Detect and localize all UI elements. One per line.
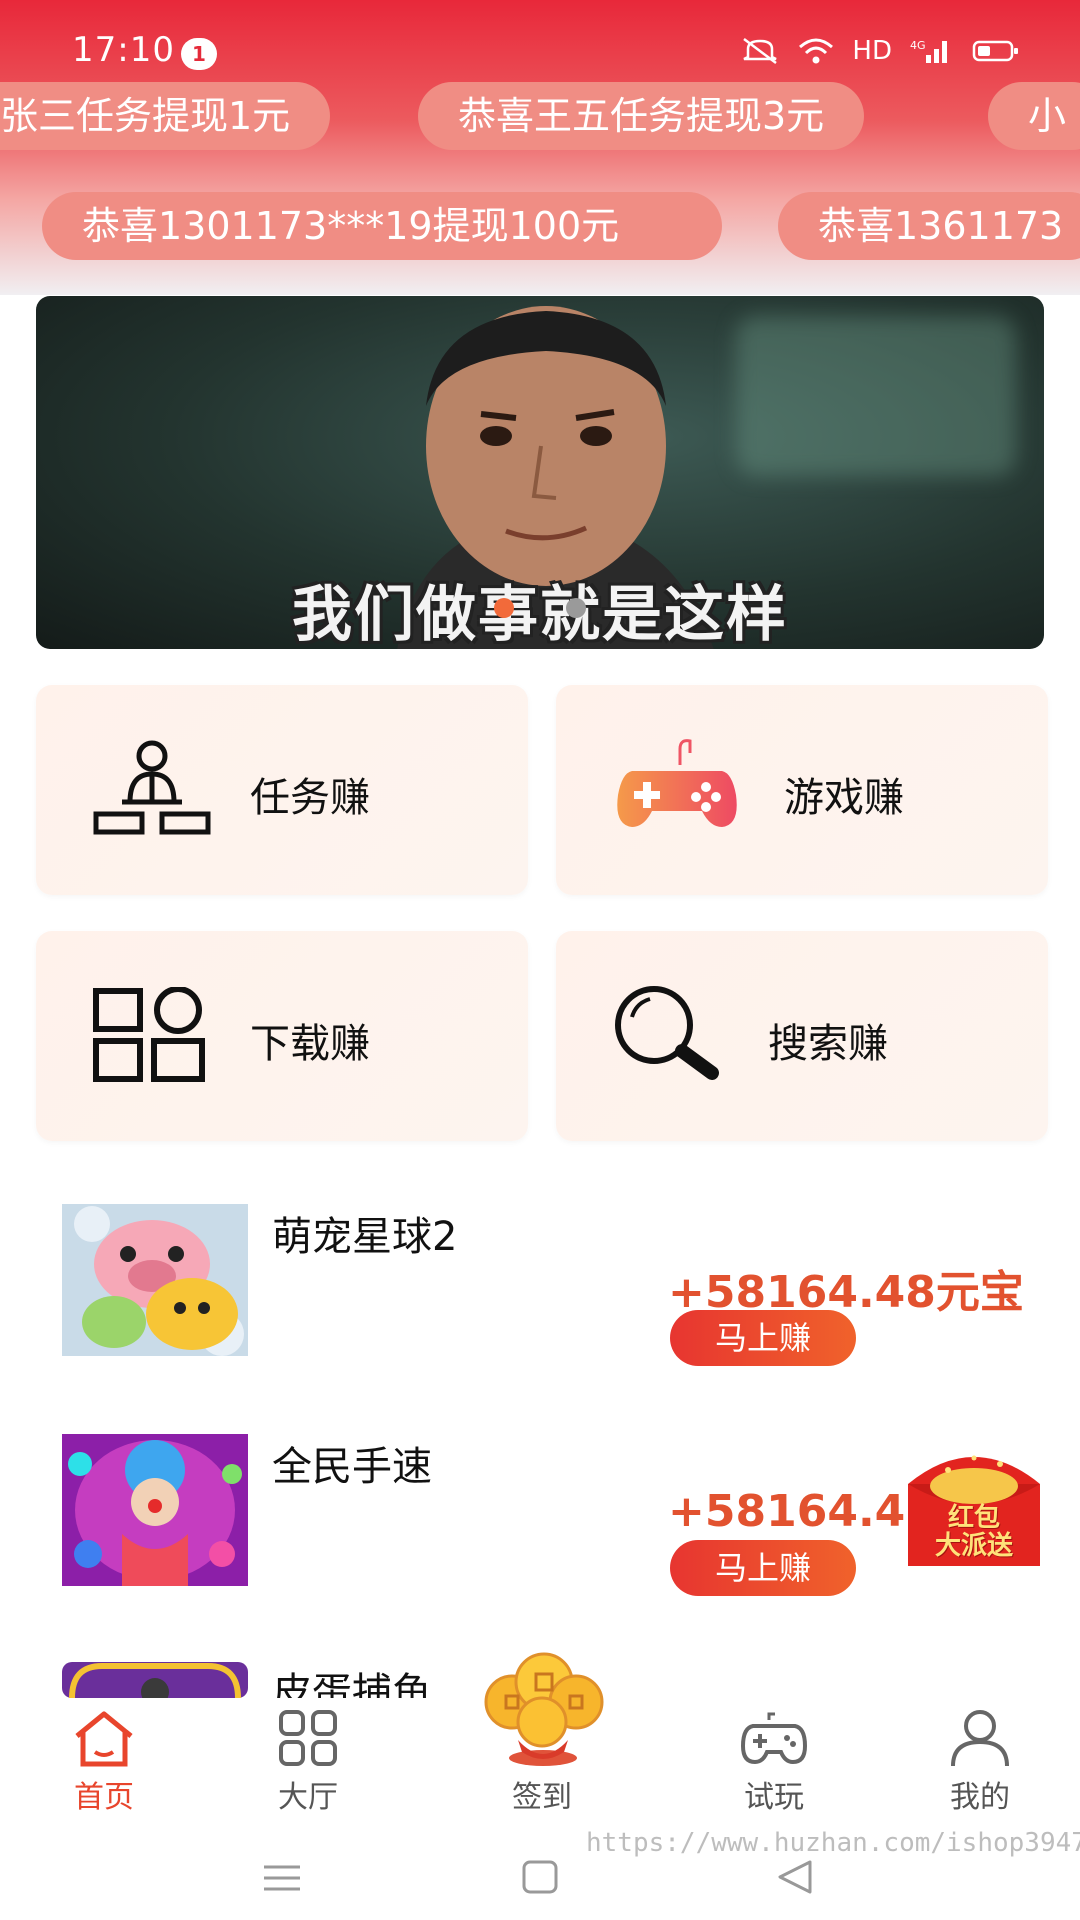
user-icon xyxy=(951,1710,1009,1767)
category-label: 下载赚 xyxy=(250,1021,370,1067)
fishing-game-image xyxy=(62,1662,248,1698)
banner-background xyxy=(736,316,1016,476)
marquee-item: 恭喜王五任务提现3元 xyxy=(418,82,865,150)
nav-home[interactable]: 首页 xyxy=(34,1698,174,1830)
marquee-item: 恭喜1301173***19提现100元 xyxy=(42,192,722,260)
red-packet-line1: 红包 xyxy=(947,1503,1000,1533)
signal-icon: 4G xyxy=(910,39,947,63)
task-title: 皮蛋捕鱼 xyxy=(272,1670,432,1698)
task-item[interactable]: 萌宠星球2 +58164.48元宝 马上赚 xyxy=(0,1204,1080,1404)
task-thumbnail xyxy=(62,1434,248,1586)
carousel-dot-active[interactable] xyxy=(494,598,514,618)
battery-icon xyxy=(972,40,1018,62)
carousel-indicator xyxy=(36,598,1044,618)
task-thumbnail xyxy=(62,1662,248,1698)
category-label: 任务赚 xyxy=(250,775,370,821)
red-packet-text: 红包 大派送 xyxy=(908,1504,1040,1560)
nav-hall[interactable]: 大厅 xyxy=(238,1698,378,1830)
red-packet-line2: 大派送 xyxy=(934,1531,1013,1561)
search-icon xyxy=(615,986,719,1080)
svg-text:4G: 4G xyxy=(910,39,926,52)
header: 17:10 1 HD 4G 张三任务提现1元 恭喜王五任务提现3元 小 恭喜13… xyxy=(0,0,1080,295)
home-square-icon[interactable] xyxy=(522,1860,558,1894)
coins-icon[interactable] xyxy=(478,1650,608,1768)
nav-label: 签到 xyxy=(512,1780,572,1815)
status-icons: HD 4G xyxy=(740,36,1020,66)
category-search-earn[interactable]: 搜索赚 xyxy=(556,931,1048,1141)
nav-label: 我的 xyxy=(950,1780,1010,1815)
network-label: HD xyxy=(852,36,892,66)
carousel-dot[interactable] xyxy=(566,598,586,618)
grid-icon xyxy=(279,1710,337,1766)
nav-mine[interactable]: 我的 xyxy=(910,1698,1050,1830)
clown-game-image xyxy=(62,1434,248,1586)
nav-label: 首页 xyxy=(74,1780,134,1815)
home-icon xyxy=(75,1711,133,1767)
notification-badge: 1 xyxy=(181,38,217,70)
task-title: 全民手速 xyxy=(272,1444,432,1490)
banner-carousel[interactable]: 我们做事就是这样 xyxy=(36,296,1044,649)
nav-trial[interactable]: 试玩 xyxy=(704,1698,844,1830)
nav-label: 大厅 xyxy=(278,1780,338,1815)
earn-now-button[interactable]: 马上赚 xyxy=(670,1310,856,1366)
task-person-icon xyxy=(93,740,211,835)
marquee-item: 恭喜1361173 xyxy=(778,192,1080,260)
withdraw-marquee-row-2: 恭喜1301173***19提现100元 恭喜1361173 xyxy=(0,192,1080,264)
status-time: 17:10 xyxy=(72,30,175,70)
wifi-icon xyxy=(799,38,834,64)
category-download-earn[interactable]: 下载赚 xyxy=(36,931,528,1141)
nav-label: 试玩 xyxy=(744,1780,804,1815)
category-task-earn[interactable]: 任务赚 xyxy=(36,685,528,895)
marquee-item: 小 xyxy=(988,82,1080,150)
grid-apps-icon xyxy=(93,987,205,1082)
withdraw-marquee-row-1: 张三任务提现1元 恭喜王五任务提现3元 小 xyxy=(0,82,1080,154)
category-label: 游戏赚 xyxy=(784,775,904,821)
back-icon[interactable] xyxy=(776,1858,814,1896)
earn-now-button[interactable]: 马上赚 xyxy=(670,1540,856,1596)
pet-planet-image xyxy=(62,1204,248,1356)
category-label: 搜索赚 xyxy=(768,1021,888,1067)
app-root: 17:10 1 HD 4G 张三任务提现1元 恭喜王五任务提现3元 小 恭喜13… xyxy=(0,0,1080,1920)
mute-icon xyxy=(743,38,778,64)
task-thumbnail xyxy=(62,1204,248,1356)
gamepad-icon xyxy=(617,739,737,827)
task-title: 萌宠星球2 xyxy=(272,1214,458,1260)
watermark: https://www.huzhan.com/ishop39470 xyxy=(586,1828,1080,1858)
task-reward: +58164.46 xyxy=(668,1486,936,1537)
menu-icon[interactable] xyxy=(262,1864,302,1892)
category-game-earn[interactable]: 游戏赚 xyxy=(556,685,1048,895)
marquee-item: 张三任务提现1元 xyxy=(0,82,331,150)
gamepad-icon xyxy=(740,1712,808,1765)
red-packet-float-button[interactable]: 红包 大派送 xyxy=(908,1444,1040,1566)
